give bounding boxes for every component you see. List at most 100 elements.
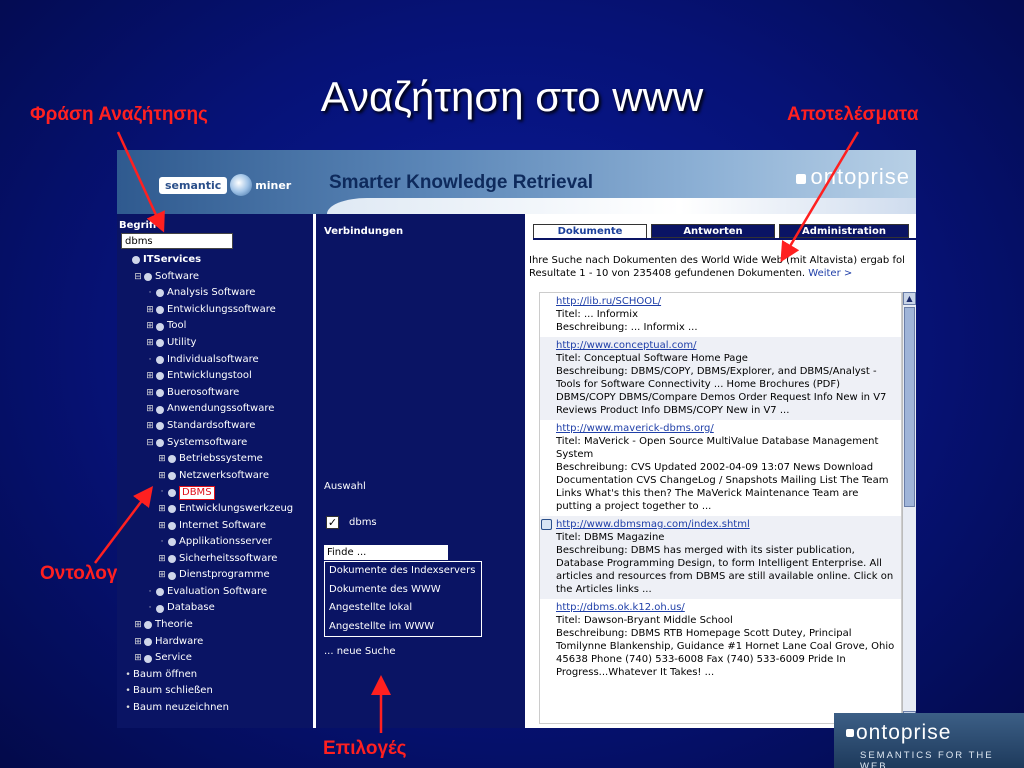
tab-dokumente[interactable]: Dokumente bbox=[533, 224, 647, 238]
expand-icon[interactable]: ⊞ bbox=[145, 401, 155, 418]
expand-icon[interactable]: ⊞ bbox=[133, 634, 143, 651]
concept-icon bbox=[156, 389, 164, 398]
expand-icon[interactable]: ⊞ bbox=[133, 650, 143, 667]
tree-node[interactable]: ⊞ Utility bbox=[117, 335, 313, 352]
tree-node-label: Baum schließen bbox=[133, 685, 213, 697]
result-url[interactable]: http://www.dbmsmag.com/index.shtml bbox=[556, 518, 897, 531]
ontology-tree: ITServices ⊟ Software · Analysis Software ⊞ En… bbox=[117, 252, 313, 717]
concept-icon bbox=[156, 306, 164, 315]
expand-icon[interactable]: ⊞ bbox=[157, 567, 167, 584]
tree-node-label: Applikationsserver bbox=[179, 536, 272, 548]
tree-node[interactable]: • Baum öffnen bbox=[117, 667, 313, 684]
tree-node[interactable]: · Evaluation Software bbox=[117, 584, 313, 601]
tree-node-label: Sicherheitssoftware bbox=[179, 552, 278, 564]
tree-node[interactable]: ⊞ Entwicklungswerkzeug bbox=[117, 501, 313, 518]
verbindungen-label: Verbindungen bbox=[324, 226, 404, 237]
result-title: Titel: DBMS Magazine bbox=[556, 532, 665, 543]
result-url[interactable]: http://www.maverick-dbms.org/ bbox=[556, 422, 897, 435]
expand-icon[interactable]: ⊞ bbox=[145, 302, 155, 319]
scroll-thumb[interactable] bbox=[904, 307, 915, 507]
result-title: Titel: ... Informix bbox=[556, 309, 638, 320]
annotation-results: Αποτελέσματα bbox=[787, 104, 919, 125]
tree-node[interactable]: ⊟ Systemsoftware bbox=[117, 435, 313, 452]
tree-node[interactable]: ⊞ Theorie bbox=[117, 617, 313, 634]
tab-rule bbox=[533, 238, 916, 240]
tree-node[interactable]: · Database bbox=[117, 600, 313, 617]
expand-icon[interactable]: ⊞ bbox=[145, 335, 155, 352]
tree-node[interactable]: · Applikationsserver bbox=[117, 534, 313, 551]
tree-node[interactable]: ⊞ Entwicklungssoftware bbox=[117, 302, 313, 319]
semantic-miner-logo: semantic miner bbox=[159, 174, 291, 196]
result-url[interactable]: http://dbms.ok.k12.oh.us/ bbox=[556, 601, 897, 614]
concept-icon bbox=[156, 289, 164, 298]
concept-icon bbox=[168, 538, 176, 547]
expand-icon[interactable]: ⊞ bbox=[145, 385, 155, 402]
expand-icon[interactable]: ⊞ bbox=[145, 318, 155, 335]
tree-node[interactable]: ⊞ Entwicklungstool bbox=[117, 368, 313, 385]
results-list: http://lib.ru/SCHOOL/Titel: ... Informix… bbox=[539, 292, 902, 724]
tree-node[interactable]: • Baum neuzeichnen bbox=[117, 700, 313, 717]
intro-line-1: Ihre Suche nach Dokumenten des World Wid… bbox=[529, 255, 905, 266]
tree-node[interactable]: ⊞ Buerosoftware bbox=[117, 385, 313, 402]
tree-node[interactable]: ITServices bbox=[117, 252, 313, 269]
expand-icon[interactable]: ⊞ bbox=[145, 368, 155, 385]
expand-icon[interactable]: ⊞ bbox=[145, 418, 155, 435]
concept-icon bbox=[168, 505, 176, 514]
tree-node[interactable]: ⊞ Internet Software bbox=[117, 518, 313, 535]
tree-node[interactable]: ⊞ Betriebssysteme bbox=[117, 451, 313, 468]
tree-node-label: Evaluation Software bbox=[167, 585, 268, 597]
tree-node[interactable]: ⊞ Standardsoftware bbox=[117, 418, 313, 435]
find-select[interactable]: Finde ... bbox=[324, 545, 448, 560]
concept-icon bbox=[156, 604, 164, 613]
new-search-link[interactable]: ... neue Suche bbox=[324, 646, 396, 657]
result-title: Titel: MaVerick - Open Source MultiValue… bbox=[556, 436, 879, 460]
find-option-employees-local[interactable]: Angestellte lokal bbox=[325, 599, 481, 618]
logo-semantic-text: semantic bbox=[159, 176, 228, 194]
tree-node[interactable]: ⊟ Software bbox=[117, 269, 313, 286]
expand-icon[interactable]: ⊞ bbox=[157, 518, 167, 535]
tree-node-label: Individualsoftware bbox=[167, 353, 259, 365]
tree-node[interactable]: ⊞ Hardware bbox=[117, 634, 313, 651]
find-option-index-server[interactable]: Dokumente des Indexservers bbox=[325, 562, 481, 581]
tab-administration[interactable]: Administration bbox=[779, 224, 909, 238]
dbms-checkbox[interactable]: ✓ bbox=[326, 516, 339, 529]
result-item: http://dbms.ok.k12.oh.us/Titel: Dawson-B… bbox=[540, 599, 901, 682]
expand-icon[interactable]: ⊞ bbox=[157, 468, 167, 485]
corner-logo-tag: SEMANTICS FOR THE WEB bbox=[860, 750, 994, 768]
concept-icon bbox=[156, 322, 164, 331]
tree-node[interactable]: ⊞ Dienstprogramme bbox=[117, 567, 313, 584]
concept-icon bbox=[168, 571, 176, 580]
tree-node-label: Theorie bbox=[155, 619, 193, 631]
tree-node[interactable]: ⊞ Tool bbox=[117, 318, 313, 335]
tree-node-label: Service bbox=[155, 652, 192, 664]
tree-node[interactable]: ⊞ Service bbox=[117, 650, 313, 667]
expand-icon[interactable]: ⊞ bbox=[157, 451, 167, 468]
concept-icon bbox=[168, 521, 176, 530]
expand-icon[interactable]: ⊞ bbox=[133, 617, 143, 634]
tree-node[interactable]: · DBMS bbox=[117, 484, 313, 501]
results-scrollbar[interactable]: ▲ ▼ bbox=[902, 292, 916, 724]
weiter-link[interactable]: Weiter > bbox=[808, 268, 852, 279]
concept-icon bbox=[144, 654, 152, 663]
tree-node[interactable]: ⊞ Sicherheitssoftware bbox=[117, 551, 313, 568]
tree-node[interactable]: ⊞ Netzwerksoftware bbox=[117, 468, 313, 485]
tree-node[interactable]: · Individualsoftware bbox=[117, 352, 313, 369]
collapse-icon[interactable]: ⊟ bbox=[145, 435, 155, 452]
search-term-input[interactable] bbox=[121, 233, 233, 249]
tree-node[interactable]: • Baum schließen bbox=[117, 683, 313, 700]
scroll-up-icon[interactable]: ▲ bbox=[903, 292, 916, 305]
result-url[interactable]: http://www.conceptual.com/ bbox=[556, 339, 897, 352]
concept-icon bbox=[168, 455, 176, 464]
tree-node[interactable]: · Analysis Software bbox=[117, 285, 313, 302]
concept-icon bbox=[156, 438, 164, 447]
expand-icon[interactable]: ⊞ bbox=[157, 501, 167, 518]
tree-node[interactable]: ⊞ Anwendungssoftware bbox=[117, 401, 313, 418]
result-url[interactable]: http://lib.ru/SCHOOL/ bbox=[556, 295, 897, 308]
find-option-employees-www[interactable]: Angestellte im WWW bbox=[325, 618, 481, 637]
collapse-icon[interactable]: ⊟ bbox=[133, 269, 143, 286]
tree-line-icon: · bbox=[148, 288, 152, 299]
find-option-www-documents[interactable]: Dokumente des WWW bbox=[325, 581, 481, 600]
expand-icon[interactable]: ⊞ bbox=[157, 551, 167, 568]
result-item: http://www.conceptual.com/Titel: Concept… bbox=[540, 337, 901, 420]
tab-antworten[interactable]: Antworten bbox=[651, 224, 775, 238]
